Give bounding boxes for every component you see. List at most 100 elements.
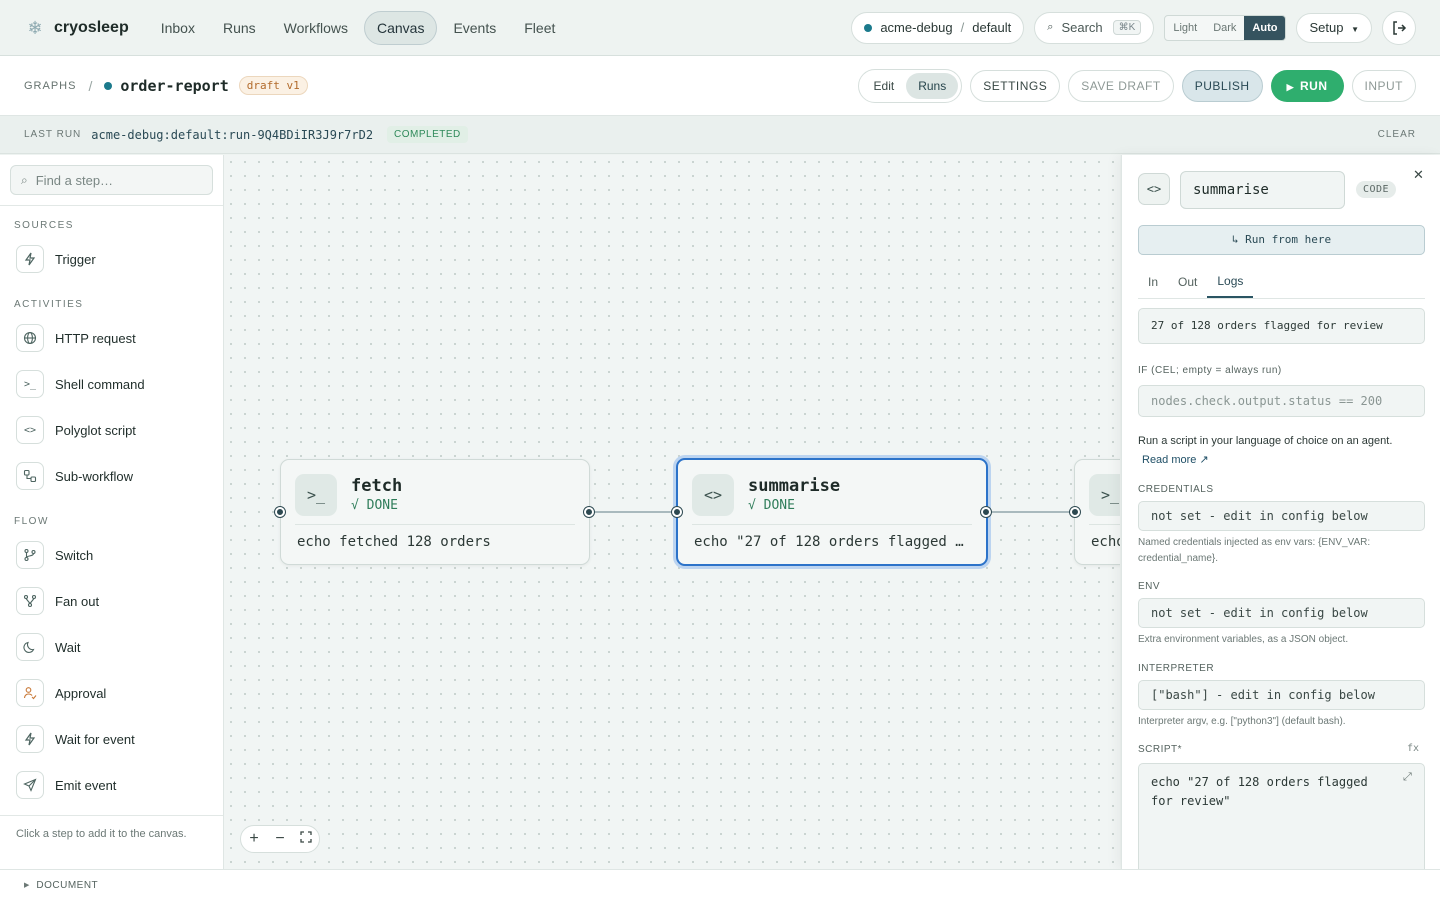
chevron-down-icon: ▼ [1351, 24, 1359, 34]
node-name-input[interactable] [1180, 171, 1345, 209]
namespace-selector[interactable]: acme-debug / default [851, 11, 1025, 44]
last-run-id[interactable]: acme-debug:default:run-9Q4BDiIR3J9r7rD2 [91, 128, 373, 142]
port-fetch-out[interactable] [584, 507, 594, 517]
step-wait[interactable]: Wait [16, 632, 216, 662]
node-fetch[interactable]: >_ fetch √ DONE echo fetched 128 orders [280, 459, 590, 565]
document-label: DOCUMENT [36, 879, 99, 891]
run-button[interactable]: ▶ RUN [1270, 69, 1344, 102]
find-step-input[interactable] [35, 172, 196, 188]
globe-icon [16, 324, 44, 352]
publish-button[interactable]: PUBLISH [1181, 69, 1263, 102]
theme-light[interactable]: Light [1165, 16, 1205, 40]
breadcrumb-graphs[interactable]: GRAPHS [24, 80, 76, 92]
mode-edit[interactable]: Edit [862, 73, 907, 99]
if-condition-input[interactable] [1138, 385, 1425, 417]
bolt-icon [16, 725, 44, 753]
mode-runs[interactable]: Runs [906, 72, 959, 99]
fullscreen-icon [300, 831, 312, 843]
graph-name: order-report [120, 76, 229, 95]
find-step-box: ⌕ [10, 165, 213, 195]
node-summarise[interactable]: <> summarise √ DONE echo "27 of 128 orde… [676, 458, 988, 566]
nav-events[interactable]: Events [441, 11, 508, 45]
settings-button[interactable]: SETTINGS [970, 69, 1061, 102]
workflow-canvas[interactable]: >_ fetch √ DONE echo fetched 128 orders … [224, 155, 1120, 869]
run-status-badge: COMPLETED [387, 126, 468, 143]
logout-button[interactable] [1382, 10, 1416, 45]
node-type-badge: CODE [1356, 181, 1397, 198]
node-inspector-panel: <> CODE ✕ ↳ Run from here In Out Logs 27… [1121, 155, 1440, 869]
script-editor[interactable]: echo "27 of 128 orders flagged for revie… [1138, 763, 1425, 869]
terminal-icon: >_ [1089, 474, 1120, 516]
tab-in[interactable]: In [1138, 265, 1168, 298]
step-approval[interactable]: Approval [16, 678, 216, 708]
search-shortcut: ⌘K [1112, 20, 1142, 35]
run-label: RUN [1300, 78, 1328, 93]
branch-icon [16, 541, 44, 569]
tab-out[interactable]: Out [1168, 265, 1207, 298]
edge-summarise-next [986, 511, 1074, 513]
step-wait-for-event[interactable]: Wait for event [16, 724, 216, 754]
expand-icon[interactable]: ⤢ [1403, 771, 1412, 784]
play-icon: ▶ [1286, 81, 1294, 92]
status-dot [864, 23, 873, 32]
workspace-name: default [972, 20, 1012, 35]
mode-toggle: Edit Runs [857, 68, 963, 103]
step-fan-out[interactable]: Fan out [16, 586, 216, 616]
nav-workflows[interactable]: Workflows [272, 11, 360, 45]
code-icon: <> [16, 416, 44, 444]
node-status: √ DONE [748, 498, 795, 513]
node-next[interactable]: >_ echo [1074, 459, 1120, 565]
env-field[interactable] [1138, 598, 1425, 628]
credentials-field[interactable] [1138, 501, 1425, 531]
step-emit-event[interactable]: Emit event [16, 770, 216, 800]
graph-header: GRAPHS / order-report draft v1 Edit Runs… [0, 56, 1440, 116]
app-name: cryosleep [54, 18, 129, 36]
node-title: summarise [748, 476, 841, 496]
port-next-in[interactable] [1070, 507, 1080, 517]
nav-fleet[interactable]: Fleet [512, 11, 567, 45]
theme-dark[interactable]: Dark [1205, 16, 1244, 40]
port-summarise-out[interactable] [981, 507, 991, 517]
nav-inbox[interactable]: Inbox [149, 11, 207, 45]
logs-output: 27 of 128 orders flagged for review [1138, 308, 1425, 344]
step-switch[interactable]: Switch [16, 540, 216, 570]
step-shell-command[interactable]: >_ Shell command [16, 369, 216, 399]
fit-view-button[interactable] [293, 826, 319, 852]
step-polyglot-script[interactable]: <> Polyglot script [16, 415, 216, 445]
interpreter-field[interactable] [1138, 680, 1425, 710]
save-draft-button[interactable]: SAVE DRAFT [1068, 69, 1174, 102]
panel-tabs: In Out Logs [1138, 265, 1425, 299]
setup-menu-button[interactable]: Setup ▼ [1296, 12, 1372, 43]
credentials-help: Named credentials injected as env vars: … [1138, 537, 1371, 564]
zoom-out-button[interactable]: − [267, 826, 293, 852]
app-logo[interactable]: ❄ cryosleep [24, 17, 129, 39]
nav-runs[interactable]: Runs [211, 11, 268, 45]
step-palette: ⌕ SOURCES Trigger ACTIVITIES HTTP reques… [0, 155, 224, 869]
tab-logs[interactable]: Logs [1207, 265, 1254, 298]
input-button[interactable]: INPUT [1351, 69, 1416, 102]
port-fetch-in[interactable] [275, 507, 285, 517]
close-icon[interactable]: ✕ [1413, 167, 1424, 183]
graph-status-dot [104, 81, 113, 90]
step-http-request[interactable]: HTTP request [16, 323, 216, 353]
palette-hint: Click a step to add it to the canvas. [16, 828, 187, 840]
terminal-icon: >_ [16, 370, 44, 398]
document-bar[interactable]: ▶ DOCUMENT [0, 869, 1440, 900]
nav-canvas[interactable]: Canvas [363, 10, 438, 45]
theme-auto[interactable]: Auto [1244, 15, 1286, 40]
step-sub-workflow[interactable]: Sub-workflow [16, 461, 216, 491]
fx-toggle[interactable]: fx [1407, 743, 1419, 754]
clear-button[interactable]: CLEAR [1378, 129, 1416, 140]
script-label: SCRIPT* [1138, 744, 1183, 755]
port-summarise-in[interactable] [672, 507, 682, 517]
search-icon: ⌕ [1047, 21, 1054, 33]
person-check-icon [16, 679, 44, 707]
run-from-here-button[interactable]: ↳ Run from here [1138, 225, 1425, 255]
step-trigger[interactable]: Trigger [16, 244, 216, 274]
zoom-in-button[interactable]: + [241, 826, 267, 852]
node-command: echo [1091, 534, 1120, 550]
caret-right-icon: ▶ [24, 882, 30, 889]
read-more-link[interactable]: Read more ↗ [1142, 453, 1209, 466]
logout-icon [1393, 20, 1407, 35]
search-button[interactable]: ⌕ Search ⌘K [1034, 11, 1155, 44]
